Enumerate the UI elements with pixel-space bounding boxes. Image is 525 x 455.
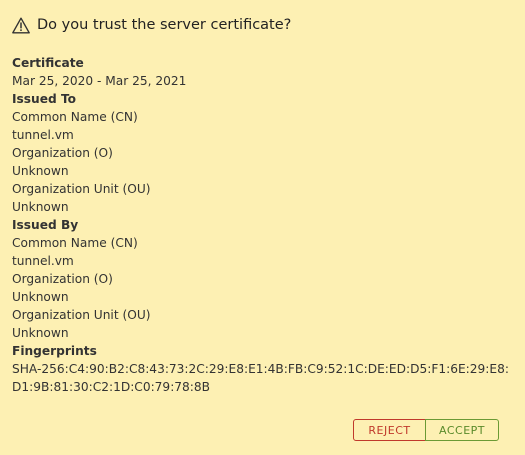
dialog-actions: REJECT ACCEPT xyxy=(353,419,499,441)
issued-by-ou-label: Organization Unit (OU) xyxy=(12,308,151,322)
dialog-title: Do you trust the server certificate? xyxy=(37,17,292,33)
warning-icon xyxy=(12,17,30,34)
certificate-heading: Certificate xyxy=(12,56,84,70)
dialog-header: Do you trust the server certificate? xyxy=(12,14,291,36)
issued-by-cn-value: tunnel.vm xyxy=(12,254,74,268)
issued-to-o-label: Organization (O) xyxy=(12,146,113,160)
sha256-fingerprint: SHA-256:C4:90:B2:C8:43:73:2C:29:E8:E1:4B… xyxy=(12,362,509,394)
reject-button[interactable]: REJECT xyxy=(353,419,426,441)
issued-to-heading: Issued To xyxy=(12,92,77,106)
issued-by-ou-value: Unknown xyxy=(12,326,69,340)
accept-button[interactable]: ACCEPT xyxy=(425,419,499,441)
issued-to-o-value: Unknown xyxy=(12,164,69,178)
issued-to-ou-value: Unknown xyxy=(12,200,69,214)
certificate-details: Certificate Mar 25, 2020 - Mar 25, 2021 … xyxy=(12,54,515,396)
issued-to-ou-label: Organization Unit (OU) xyxy=(12,182,151,196)
issued-by-o-value: Unknown xyxy=(12,290,69,304)
issued-to-cn-label: Common Name (CN) xyxy=(12,110,138,124)
issued-by-o-label: Organization (O) xyxy=(12,272,113,286)
certificate-trust-dialog: Do you trust the server certificate? Cer… xyxy=(0,0,525,455)
issued-to-cn-value: tunnel.vm xyxy=(12,128,74,142)
issued-by-cn-label: Common Name (CN) xyxy=(12,236,138,250)
certificate-validity: Mar 25, 2020 - Mar 25, 2021 xyxy=(12,74,187,88)
issued-by-heading: Issued By xyxy=(12,218,79,232)
fingerprints-heading: Fingerprints xyxy=(12,344,97,358)
